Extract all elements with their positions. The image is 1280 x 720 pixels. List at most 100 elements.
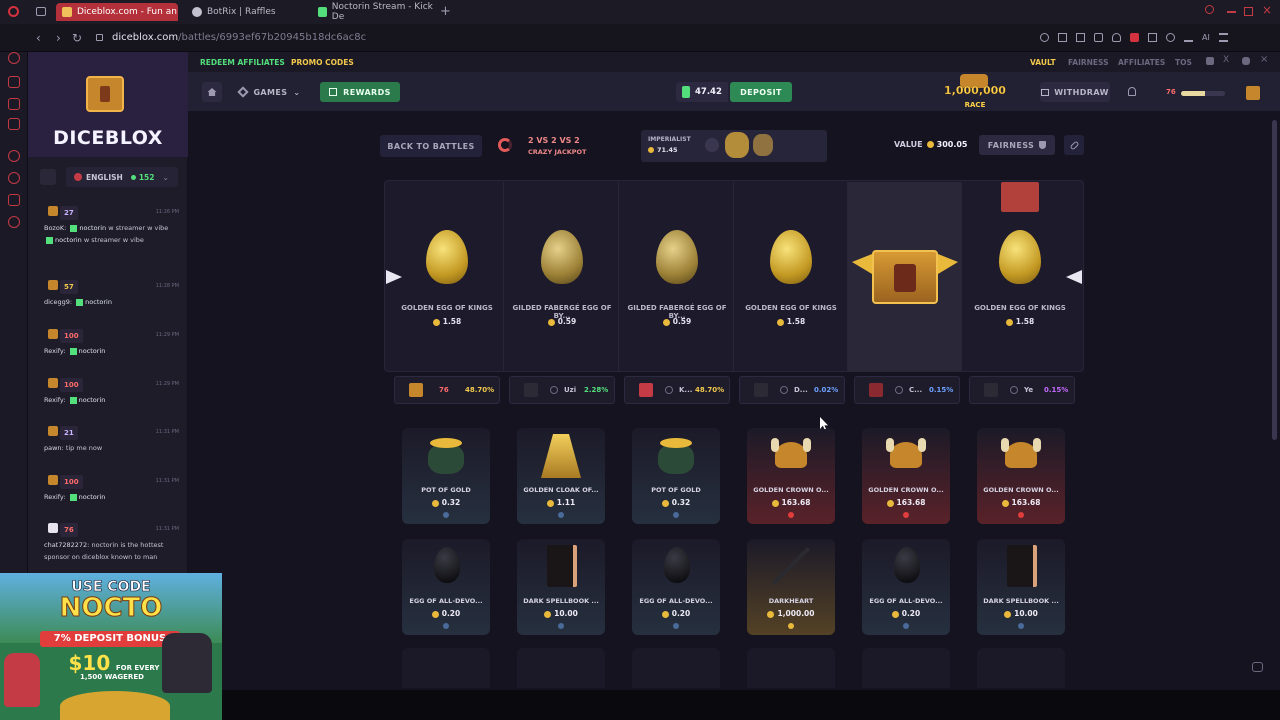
- vault-link[interactable]: VAULT: [1030, 58, 1056, 67]
- win-chance: 2.28%: [584, 386, 609, 394]
- workspaces-icon[interactable]: [36, 7, 46, 16]
- opera-icon[interactable]: [8, 6, 19, 17]
- url-host: diceblox.com: [112, 32, 179, 43]
- fairness-link[interactable]: FAIRNESS: [1068, 58, 1109, 67]
- chat-username[interactable]: Rexify:: [44, 396, 66, 404]
- drop-card[interactable]: GOLDEN CLOAK OF... 1.11: [517, 428, 605, 524]
- snapshot-icon[interactable]: [1058, 33, 1067, 42]
- pinned-icon[interactable]: [8, 150, 20, 162]
- diceblox-logo-icon[interactable]: [86, 76, 124, 112]
- language-selector[interactable]: ENGLISH 152 ⌄: [66, 167, 178, 187]
- history-icon[interactable]: [8, 172, 20, 184]
- drop-card[interactable]: EGG OF ALL-DEVO... 0.20: [632, 539, 720, 635]
- player-card[interactable]: C... 0.15%: [854, 376, 960, 404]
- extensions-icon[interactable]: [1148, 33, 1157, 42]
- chat-rules-icon[interactable]: [40, 169, 56, 185]
- drop-card[interactable]: GOLDEN CROWN O... 163.68: [862, 428, 950, 524]
- aria-icon[interactable]: AI: [1202, 33, 1210, 45]
- balance-amount: 47.42: [695, 87, 722, 97]
- tab-botrix[interactable]: BotRix | Raffles: [186, 3, 308, 21]
- social-icon[interactable]: [1206, 57, 1214, 65]
- rewards-button[interactable]: REWARDS: [320, 82, 400, 102]
- share-link-button[interactable]: [1064, 135, 1084, 155]
- drop-card[interactable]: EGG OF ALL-DEVO... 0.20: [862, 539, 950, 635]
- back-arrow-icon[interactable]: ‹: [36, 31, 41, 45]
- forward-arrow-icon[interactable]: ›: [56, 31, 61, 45]
- message-time: 11:29 PM: [155, 332, 179, 338]
- drop-card[interactable]: DARK SPELLBOOK ... 10.00: [517, 539, 605, 635]
- creator-card[interactable]: IMPERIALIST 71.45: [641, 130, 827, 162]
- deposit-button[interactable]: DEPOSIT: [730, 82, 792, 102]
- extension-red-icon[interactable]: [1130, 33, 1139, 42]
- games-dropdown[interactable]: GAMES ⌄: [232, 82, 308, 102]
- minimize-icon[interactable]: [1227, 11, 1236, 13]
- withdraw-button[interactable]: WITHDRAW: [1040, 82, 1110, 102]
- menu-icon[interactable]: [1218, 33, 1228, 42]
- fairness-button[interactable]: FAIRNESS: [979, 135, 1055, 155]
- avatar[interactable]: [1246, 86, 1260, 100]
- affiliates-link[interactable]: AFFILIATES: [1118, 58, 1165, 67]
- bell-icon[interactable]: [1128, 87, 1136, 96]
- chat-username[interactable]: BozoK:: [44, 224, 66, 232]
- chat-username[interactable]: Rexify:: [44, 347, 66, 355]
- gift-icon: [329, 88, 338, 96]
- tab-kick[interactable]: Noctorin Stream - Kick De: [312, 2, 434, 22]
- drop-card[interactable]: DARK SPELLBOOK ... 10.00: [977, 539, 1065, 635]
- race-banner[interactable]: 1,000,000 RACE: [940, 74, 1010, 110]
- redeem-affiliates-link[interactable]: REDEEM AFFILIATES: [200, 58, 285, 67]
- player-card[interactable]: D... 0.02%: [739, 376, 845, 404]
- maximize-icon[interactable]: [1244, 7, 1253, 16]
- screenshot-icon[interactable]: [1076, 33, 1085, 42]
- extension-icon[interactable]: [1166, 33, 1175, 42]
- promo-codes-link[interactable]: PROMO CODES: [291, 58, 354, 67]
- aria-sidebar-icon[interactable]: [8, 52, 20, 64]
- logo-text[interactable]: DICEBLOX: [28, 127, 188, 149]
- download-icon[interactable]: [1184, 33, 1193, 42]
- support-chat-icon[interactable]: [1252, 662, 1263, 672]
- drop-card[interactable]: GOLDEN CROWN O... 163.68: [747, 428, 835, 524]
- player-card[interactable]: Ye 0.15%: [969, 376, 1075, 404]
- player-card[interactable]: K... 48.70%: [624, 376, 730, 404]
- drop-price: 1.11: [517, 498, 605, 507]
- drop-card[interactable]: DARKHEART 1,000.00: [747, 539, 835, 635]
- player-card[interactable]: Uzi 2.28%: [509, 376, 615, 404]
- settings-gear-icon[interactable]: [8, 216, 20, 228]
- messenger-icon[interactable]: [8, 76, 20, 88]
- new-tab-icon[interactable]: +: [440, 4, 451, 19]
- drop-card[interactable]: POT OF GOLD 0.32: [632, 428, 720, 524]
- home-button[interactable]: [202, 82, 222, 102]
- case-face-icon: [894, 264, 916, 292]
- drop-card[interactable]: POT OF GOLD 0.32: [402, 428, 490, 524]
- scrollbar[interactable]: [1272, 120, 1277, 440]
- zoom-icon[interactable]: [1040, 33, 1049, 42]
- creator-name: IMPERIALIST: [648, 136, 691, 143]
- drop-price: 0.32: [632, 498, 720, 507]
- social-icon[interactable]: [8, 98, 20, 110]
- chat-username[interactable]: dicegg9:: [44, 298, 72, 306]
- x-twitter-icon[interactable]: X: [1223, 55, 1229, 65]
- item-price: 1.58: [963, 317, 1077, 326]
- url-field[interactable]: diceblox.com/battles/6993ef67b20945b18dc…: [112, 32, 366, 43]
- discord-icon[interactable]: [1242, 57, 1250, 65]
- chat-username[interactable]: chat7282272:: [44, 541, 89, 549]
- chat-username[interactable]: pawn:: [44, 444, 64, 452]
- coin-icon: [771, 499, 779, 507]
- level-badge-icon: [895, 386, 903, 394]
- close-icon[interactable]: ×: [1260, 54, 1268, 65]
- back-to-battles-button[interactable]: BACK TO BATTLES: [380, 135, 482, 157]
- close-window-icon[interactable]: ×: [1262, 3, 1272, 17]
- drop-card[interactable]: GOLDEN CROWN O... 163.68: [977, 428, 1065, 524]
- drop-name: DARKHEART: [768, 597, 814, 605]
- message-time: 11:31 PM: [155, 429, 179, 435]
- heart-icon[interactable]: [1112, 33, 1121, 42]
- player-card[interactable]: 76 48.70%: [394, 376, 500, 404]
- drop-card[interactable]: EGG OF ALL-DEVO... 0.20: [402, 539, 490, 635]
- bookmarks-icon[interactable]: [8, 194, 20, 206]
- shield-icon[interactable]: [1094, 33, 1103, 42]
- music-icon[interactable]: [8, 118, 20, 130]
- chat-username[interactable]: Rexify:: [44, 493, 66, 501]
- tab-diceblox[interactable]: Diceblox.com - Fun an: [56, 3, 178, 21]
- reload-icon[interactable]: ↻: [72, 31, 82, 45]
- search-tabs-icon[interactable]: [1205, 5, 1214, 14]
- tos-link[interactable]: TOS: [1175, 58, 1192, 67]
